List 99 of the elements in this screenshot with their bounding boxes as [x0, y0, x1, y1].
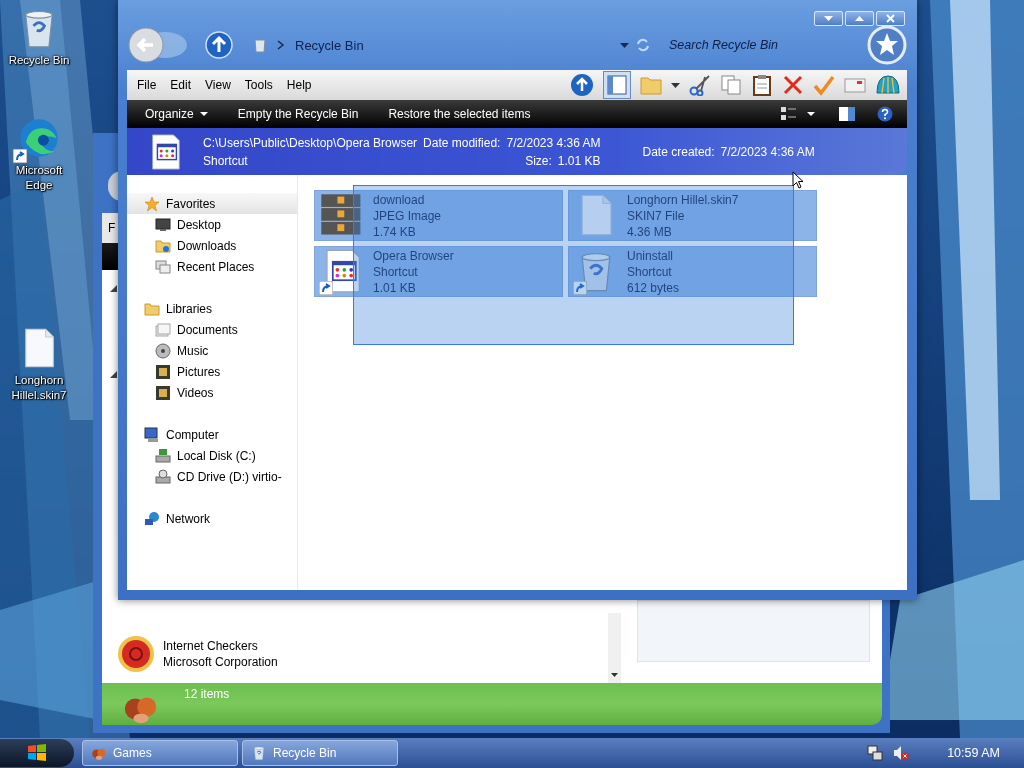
- computer-icon: [144, 426, 160, 443]
- view-options-icon[interactable]: [781, 107, 797, 121]
- desktop-icon-label[interactable]: Recycle Bin: [2, 53, 76, 68]
- desktop-icon-label[interactable]: Longhorn Hillel.skin7: [2, 373, 76, 403]
- copy-icon[interactable]: [720, 74, 742, 96]
- file-type: Shortcut: [203, 152, 249, 170]
- minimize-button[interactable]: [814, 11, 843, 26]
- menu-item[interactable]: Edit: [170, 78, 192, 92]
- file-size: 1.01 KB: [373, 280, 417, 296]
- field-value: 7/2/2023 4:36 AM: [720, 143, 815, 161]
- nav-item[interactable]: Downloads: [127, 235, 297, 256]
- item-count: 12 items: [184, 687, 230, 701]
- desktop-icon-label[interactable]: Microsoft Edge: [2, 163, 76, 193]
- close-icon: [886, 14, 895, 23]
- menu-item[interactable]: File: [137, 78, 157, 92]
- scroll-down-icon[interactable]: [611, 673, 618, 677]
- pane-icon[interactable]: [839, 107, 855, 121]
- star-icon: [144, 195, 160, 212]
- file-size: 612 bytes: [627, 280, 680, 296]
- clipboard-icon[interactable]: [751, 74, 773, 96]
- scissors-icon[interactable]: [689, 74, 711, 96]
- folder-icon: [155, 237, 171, 254]
- nav-item[interactable]: Pictures: [127, 361, 297, 382]
- caret-icon: [824, 16, 833, 21]
- windows-logo-icon: [27, 744, 47, 762]
- start-button[interactable]: [0, 739, 74, 767]
- nav-item[interactable]: Libraries: [127, 298, 297, 319]
- chevron-icon[interactable]: [277, 40, 285, 50]
- game-publisher: Microsoft Corporation: [163, 654, 278, 670]
- file-type: Shortcut: [627, 264, 673, 280]
- nav-item[interactable]: Videos: [127, 382, 297, 403]
- checkers-icon: [115, 633, 157, 675]
- browser-icon: [17, 116, 61, 160]
- menu-item[interactable]: Tools: [244, 78, 273, 92]
- field-label: Date created:: [642, 143, 715, 161]
- help-icon[interactable]: [877, 106, 893, 122]
- nav-item[interactable]: Network: [127, 508, 297, 529]
- command-button[interactable]: Restore the selected items: [388, 107, 531, 121]
- game-name: Internet Checkers: [163, 638, 259, 654]
- nav-item[interactable]: Recent Places: [127, 256, 297, 277]
- menu-item[interactable]: View: [205, 78, 231, 92]
- file-path: C:\Users\Public\Desktop\Opera Browser: [203, 134, 418, 152]
- delete-icon[interactable]: [782, 74, 804, 96]
- nav-item[interactable]: Music: [127, 340, 297, 361]
- trash-can-icon: [253, 37, 267, 53]
- menu-item[interactable]: F: [108, 221, 116, 235]
- file-type: Shortcut: [373, 264, 419, 280]
- menu-item[interactable]: Help: [286, 78, 312, 92]
- muted-speaker-icon[interactable]: [893, 745, 910, 761]
- file-type: JPEG Image: [373, 208, 442, 224]
- field-value: 1.01 KB: [557, 152, 601, 170]
- breadcrumb[interactable]: Recycle Bin: [295, 37, 364, 53]
- drive-icon: [155, 447, 171, 464]
- nav-item[interactable]: Favorites: [127, 193, 297, 214]
- nav-item[interactable]: Local Disk (C:): [127, 445, 297, 466]
- field-label: Date modified:: [423, 134, 501, 152]
- file-size: 1.74 KB: [373, 224, 417, 240]
- film-icon: [155, 384, 171, 401]
- maximize-button[interactable]: [845, 11, 874, 26]
- field-label: Size:: [525, 152, 552, 170]
- caret-icon[interactable]: [671, 82, 680, 88]
- folder-icon: [144, 300, 160, 317]
- file-type: SKIN7 File: [627, 208, 686, 224]
- command-button[interactable]: Organize: [145, 107, 208, 121]
- file-name: Longhorn Hillel.skin7: [627, 192, 739, 208]
- recycle-bin-icon: [251, 745, 267, 761]
- nav-item[interactable]: Documents: [127, 319, 297, 340]
- expand-arrow-icon[interactable]: [110, 285, 117, 292]
- caret-up-icon: [855, 16, 864, 21]
- clock: 10:59 AM: [947, 746, 1000, 760]
- command-button[interactable]: Empty the Recycle Bin: [237, 107, 359, 121]
- caret-icon[interactable]: [807, 112, 815, 116]
- drive-icon: [155, 468, 171, 485]
- expand-arrow-icon[interactable]: [110, 371, 117, 378]
- scrollbar[interactable]: [608, 613, 621, 683]
- network-icon: [144, 510, 160, 527]
- refresh-icon[interactable]: [635, 37, 651, 53]
- preview-pane-button[interactable]: [603, 71, 631, 99]
- star-orb-icon[interactable]: [867, 25, 907, 65]
- document-icon: [155, 321, 171, 338]
- disc-icon: [155, 342, 171, 359]
- nav-item[interactable]: Desktop: [127, 214, 297, 235]
- nav-item[interactable]: CD Drive (D:) virtio-: [127, 466, 297, 487]
- shell-icon[interactable]: [875, 73, 901, 97]
- checkmark-icon[interactable]: [813, 74, 835, 96]
- field-value: 7/2/2023 4:36 AM: [506, 134, 601, 152]
- file-size: 4.36 MB: [627, 224, 673, 240]
- monitor-icon: [155, 216, 171, 233]
- pane-icon: [607, 75, 627, 95]
- film-icon: [155, 363, 171, 380]
- file-name: Opera Browser: [373, 248, 454, 264]
- nav-item[interactable]: Computer: [127, 424, 297, 445]
- close-button[interactable]: [876, 11, 905, 26]
- search-field[interactable]: Search Recycle Bin: [667, 36, 861, 54]
- file-name: Uninstall: [627, 248, 675, 264]
- window-stack-icon: [155, 258, 171, 275]
- back-button-icon[interactable]: [127, 25, 189, 65]
- network-icon[interactable]: [867, 745, 884, 761]
- file-name: download: [373, 192, 426, 208]
